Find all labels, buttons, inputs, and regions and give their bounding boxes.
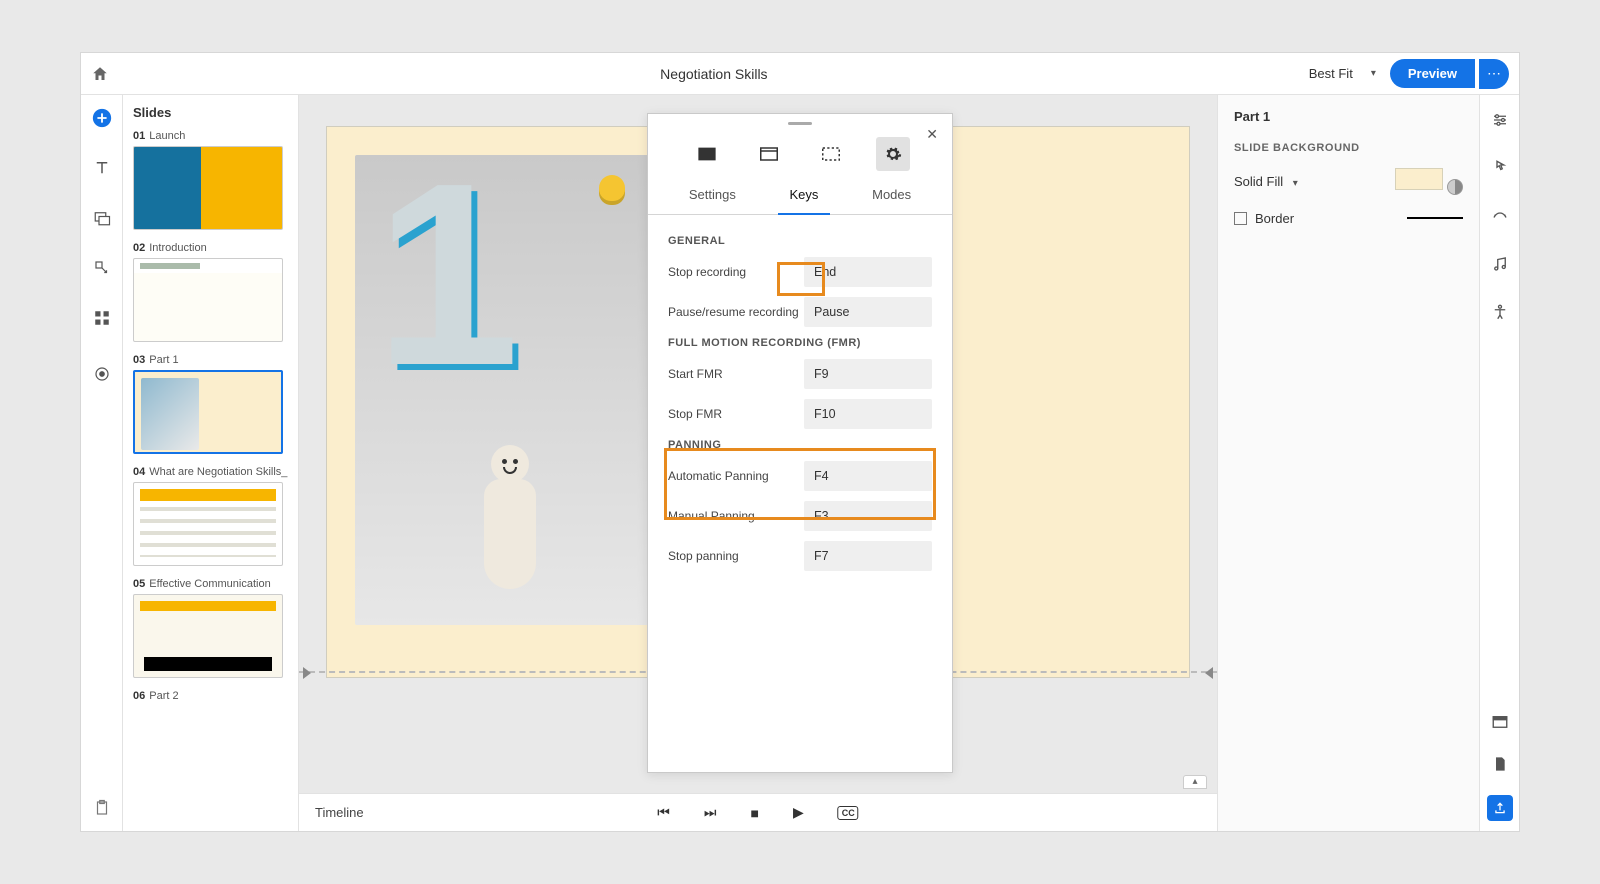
left-tool-rail bbox=[81, 95, 123, 831]
row-pause-resume: Pause/resume recording bbox=[668, 297, 932, 327]
document-title: Negotiation Skills bbox=[119, 66, 1309, 82]
slide-thumb[interactable] bbox=[133, 594, 283, 678]
group-general: GENERAL bbox=[668, 235, 932, 247]
fill-swatch[interactable] bbox=[1395, 168, 1463, 195]
right-tool-rail bbox=[1479, 95, 1519, 831]
capture-screen-icon[interactable] bbox=[690, 137, 724, 171]
pawn-figure bbox=[475, 445, 545, 605]
share-icon[interactable] bbox=[1487, 795, 1513, 821]
guide-handle-right-icon[interactable] bbox=[1205, 667, 1213, 679]
border-row: Border bbox=[1234, 211, 1463, 226]
capture-mode-row bbox=[648, 129, 952, 177]
input-pause-resume[interactable] bbox=[804, 297, 932, 327]
popover-body[interactable]: GENERAL Stop recording Pause/resume reco… bbox=[648, 215, 952, 772]
slide-thumb[interactable] bbox=[133, 482, 283, 566]
interactions-icon[interactable] bbox=[1489, 157, 1511, 179]
capture-settings-icon[interactable] bbox=[876, 137, 910, 171]
chevron-down-icon: ▾ bbox=[1371, 68, 1376, 79]
group-fmr: FULL MOTION RECORDING (FMR) bbox=[668, 337, 932, 349]
capture-app-icon[interactable] bbox=[752, 137, 786, 171]
slide-thumb[interactable] bbox=[133, 258, 283, 342]
preview-more-button[interactable]: ⋯ bbox=[1479, 59, 1509, 89]
slides-heading: Slides bbox=[133, 105, 290, 120]
topbar: Negotiation Skills Best Fit ▾ Preview ⋯ bbox=[81, 53, 1519, 95]
slide-image: 1 bbox=[355, 155, 655, 625]
properties-title: Part 1 bbox=[1234, 109, 1463, 124]
input-stop-recording[interactable] bbox=[804, 257, 932, 287]
zoom-label: Best Fit bbox=[1309, 66, 1353, 81]
document-icon[interactable] bbox=[1489, 753, 1511, 775]
row-stop-fmr: Stop FMR bbox=[668, 399, 932, 429]
record-tool-icon[interactable] bbox=[91, 363, 113, 385]
animations-icon[interactable] bbox=[1489, 205, 1511, 227]
slides-panel[interactable]: Slides 01Launch 02Introduction 03Part 1 … bbox=[123, 95, 299, 831]
text-tool-icon[interactable] bbox=[91, 157, 113, 179]
interaction-tool-icon[interactable] bbox=[91, 257, 113, 279]
tab-modes[interactable]: Modes bbox=[860, 177, 923, 214]
slide-item[interactable]: 04What are Negotiation Skills_ bbox=[133, 466, 290, 566]
group-panning: PANNING bbox=[668, 439, 932, 451]
play-icon[interactable]: ▶ bbox=[793, 804, 804, 821]
row-manual-pan: Manual Panning bbox=[668, 501, 932, 531]
fill-row: Solid Fill ▾ bbox=[1234, 168, 1463, 195]
timeline-controls: ⏮ ⏭ ■ ▶ CC bbox=[657, 804, 858, 821]
input-stop-fmr[interactable] bbox=[804, 399, 932, 429]
drag-grip-icon[interactable] bbox=[788, 122, 812, 125]
audio-icon[interactable] bbox=[1489, 253, 1511, 275]
input-stop-pan[interactable] bbox=[804, 541, 932, 571]
slide-item[interactable]: 03Part 1 bbox=[133, 354, 290, 454]
app-window: Negotiation Skills Best Fit ▾ Preview ⋯ bbox=[80, 52, 1520, 832]
properties-icon[interactable] bbox=[1489, 109, 1511, 131]
slide-thumb[interactable] bbox=[133, 370, 283, 454]
input-start-fmr[interactable] bbox=[804, 359, 932, 389]
slide-item[interactable]: 01Launch bbox=[133, 130, 290, 230]
cc-icon[interactable]: CC bbox=[838, 806, 859, 820]
add-slide-icon[interactable] bbox=[91, 107, 113, 129]
properties-panel: Part 1 SLIDE BACKGROUND Solid Fill ▾ Bor… bbox=[1217, 95, 1479, 831]
timeline-label: Timeline bbox=[315, 805, 364, 820]
popover-tabs: Settings Keys Modes bbox=[648, 177, 952, 215]
big-number-graphic: 1 bbox=[375, 145, 520, 405]
tab-settings[interactable]: Settings bbox=[677, 177, 748, 214]
accessibility-icon[interactable] bbox=[1489, 301, 1511, 323]
guide-handle-left-icon[interactable] bbox=[303, 667, 311, 679]
input-manual-pan[interactable] bbox=[804, 501, 932, 531]
preview-group: Preview ⋯ bbox=[1390, 59, 1509, 89]
zoom-dropdown[interactable]: Best Fit ▾ bbox=[1309, 66, 1376, 81]
panel-expander[interactable]: ▴ bbox=[1183, 775, 1207, 789]
slide-thumb[interactable] bbox=[133, 146, 283, 230]
media-tool-icon[interactable] bbox=[91, 207, 113, 229]
preview-button[interactable]: Preview bbox=[1390, 59, 1475, 88]
widgets-tool-icon[interactable] bbox=[91, 307, 113, 329]
slide-item[interactable]: 06Part 2 bbox=[133, 690, 290, 702]
skip-back-icon[interactable]: ⏮ bbox=[657, 804, 670, 821]
tab-keys[interactable]: Keys bbox=[778, 177, 831, 215]
recording-settings-popover: ✕ Settings Keys Modes GENERAL Stop recor… bbox=[647, 113, 953, 773]
row-stop-recording: Stop recording bbox=[668, 257, 932, 287]
fill-dropdown[interactable]: Solid Fill ▾ bbox=[1234, 174, 1298, 189]
clipboard-icon[interactable] bbox=[91, 797, 113, 819]
chevron-down-icon: ▾ bbox=[1293, 178, 1298, 189]
panel-icon[interactable] bbox=[1489, 711, 1511, 733]
home-icon[interactable] bbox=[91, 65, 119, 83]
row-stop-pan: Stop panning bbox=[668, 541, 932, 571]
bulb-icon bbox=[599, 175, 625, 201]
border-checkbox[interactable]: Border bbox=[1234, 211, 1294, 226]
row-start-fmr: Start FMR bbox=[668, 359, 932, 389]
capture-area-icon[interactable] bbox=[814, 137, 848, 171]
step-forward-icon[interactable]: ⏭ bbox=[704, 804, 717, 821]
slide-item[interactable]: 05Effective Communication bbox=[133, 578, 290, 678]
slide-item[interactable]: 02Introduction bbox=[133, 242, 290, 342]
border-style-preview[interactable] bbox=[1407, 217, 1463, 219]
section-slide-background: SLIDE BACKGROUND bbox=[1234, 142, 1463, 154]
timeline-bar: Timeline ⏮ ⏭ ■ ▶ CC bbox=[299, 793, 1217, 831]
stop-icon[interactable]: ■ bbox=[750, 805, 758, 821]
row-auto-pan: Automatic Panning bbox=[668, 461, 932, 491]
input-auto-pan[interactable] bbox=[804, 461, 932, 491]
close-icon[interactable]: ✕ bbox=[926, 126, 938, 143]
